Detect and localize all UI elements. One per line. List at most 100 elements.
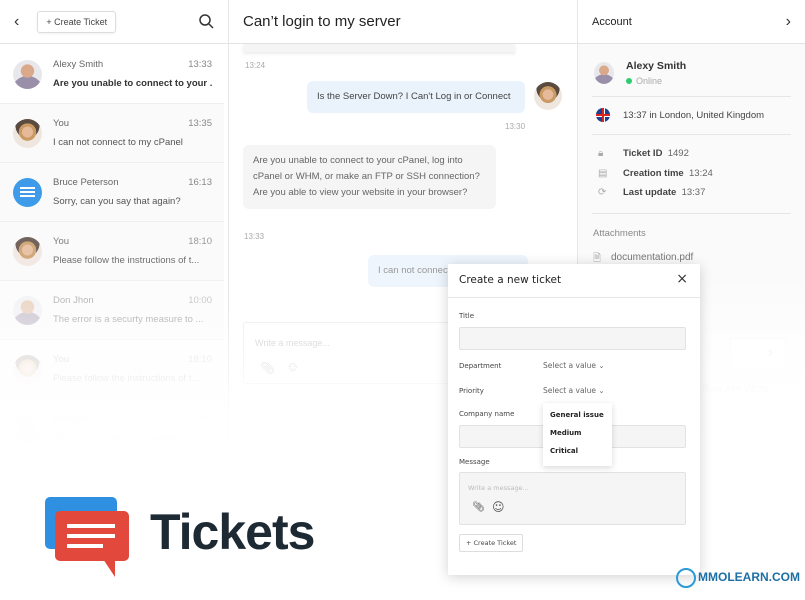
sender-name: Don Jhon — [53, 295, 94, 306]
option-medium[interactable]: Medium — [550, 429, 581, 437]
refresh-icon: ⟳ — [598, 187, 607, 198]
message-time: 10:00 — [188, 413, 212, 424]
message-bubble-incoming: Are you unable to connect to your cPanel… — [243, 145, 496, 209]
message-placeholder: Write a message... — [255, 338, 330, 348]
conversation-item[interactable]: Alexy Smith 13:33 Are you unable to connec… — [0, 45, 224, 104]
lines-icon — [13, 178, 42, 207]
message-preview: Are you unable to connect to your ... — [53, 78, 213, 89]
label: Ticket ID — [623, 148, 663, 159]
ticket-id-row: Ticket ID 1492 — [623, 148, 689, 159]
priority-select[interactable]: Select a value ⌄ — [543, 386, 605, 395]
department-label: Department — [459, 362, 502, 370]
article-title[interactable]: flow API V2?p — [702, 384, 768, 395]
chevron-down-icon: ⌄ — [598, 386, 605, 395]
avatar — [13, 119, 42, 148]
message-time: 13:35 — [188, 118, 212, 129]
priority-label: Priority — [459, 387, 484, 395]
title-input[interactable] — [459, 327, 686, 350]
back-icon[interactable]: ‹ — [14, 13, 19, 31]
message-time: 18:10 — [188, 354, 212, 365]
chevron-down-icon: ⌄ — [598, 361, 605, 370]
message-preview: The error is a securty measure to ... — [53, 432, 204, 443]
close-icon[interactable]: × — [676, 271, 688, 287]
status: Online — [626, 76, 662, 86]
conversation-item[interactable]: You 18:10 Please follow the instructions o… — [0, 340, 224, 399]
select-value: Select a value — [543, 361, 596, 370]
select-value: Select a value — [543, 386, 596, 395]
creation-time-row: Creation time 13:24 — [623, 168, 713, 179]
online-dot-icon — [626, 78, 632, 84]
avatar — [13, 60, 42, 89]
emoji-icon[interactable]: ☺ — [286, 359, 299, 374]
submit-label: Create Ticket — [473, 539, 517, 547]
next-button[interactable]: › — [730, 338, 786, 368]
watermark-logo-icon — [676, 568, 696, 588]
create-ticket-button[interactable]: + Create Ticket — [37, 10, 117, 33]
avatar — [594, 62, 614, 84]
chat-title: Can’t login to my server — [243, 13, 401, 30]
conversation-list-header: ‹ + Create Ticket — [0, 0, 228, 44]
brand-name: Tickets — [150, 504, 315, 560]
calendar-icon: ▤ — [598, 168, 608, 179]
logo-front-bubble-icon — [55, 511, 129, 577]
department-select[interactable]: Select a value ⌄ — [543, 361, 605, 370]
option-critical[interactable]: Critical — [550, 447, 578, 455]
message-time: 18:10 — [188, 236, 212, 247]
option-general-issue[interactable]: General issue — [550, 411, 604, 419]
message-preview: The error is a securty measure to ... — [53, 314, 204, 325]
company-label: Company name — [459, 410, 515, 418]
label: Last update — [623, 187, 677, 198]
sender-name: You — [53, 118, 70, 129]
attachments-label: Attachments — [593, 228, 646, 239]
previous-message-bubble — [243, 44, 515, 52]
lock-icon: 🔒︎ — [598, 148, 604, 159]
attach-icon[interactable]: 📎︎ — [472, 502, 485, 513]
message-time: 13:30 — [505, 122, 526, 131]
avatar — [13, 237, 42, 266]
value: 13:37 — [681, 187, 706, 198]
watermark-text: MMOLEARN.COM — [698, 570, 800, 585]
chevron-right-icon: › — [767, 344, 773, 361]
message-time: 13:33 — [188, 59, 212, 70]
search-icon[interactable] — [199, 14, 214, 29]
status-text: Online — [636, 76, 663, 86]
conversation-item[interactable]: Don Jhon 10:00 The error is a securty meas… — [0, 399, 224, 458]
value: 1492 — [667, 148, 689, 159]
sender-name: Alexy Smith — [53, 59, 104, 70]
attach-icon[interactable]: 📎︎ — [260, 361, 275, 375]
account-name: Alexy Smith — [626, 60, 687, 72]
create-ticket-submit[interactable]: + Create Ticket — [459, 534, 524, 552]
conversation-item[interactable]: Don Jhon 10:00 The error is a securty meas… — [0, 281, 224, 340]
local-time: 13:37 in London, United Kingdom — [623, 110, 765, 121]
message-textarea[interactable]: Write a message... 📎︎ ☺ — [459, 472, 686, 525]
message-placeholder: Write a message... — [468, 484, 529, 492]
conversation-item[interactable]: You 13:35 I can not connect to my cPanel — [0, 104, 224, 163]
last-update-row: Last update 13:37 — [623, 187, 705, 198]
value: 13:24 — [689, 168, 713, 179]
account-header: Account › — [578, 0, 805, 44]
chevron-right-icon[interactable]: › — [786, 13, 791, 31]
conversation-item[interactable]: You 18:10 Please follow the instructions o… — [0, 222, 224, 281]
attachment-link[interactable]: documentation.pdf — [611, 252, 693, 263]
message-time: 13:33 — [244, 232, 265, 241]
sender-name: You — [53, 236, 70, 247]
sender-name: Bruce Peterson — [53, 177, 119, 188]
conversation-item[interactable]: Bruce Peterson 16:13 Sorry, can you say th… — [0, 163, 224, 222]
sender-name: Don Jhon — [53, 413, 94, 424]
message-label: Message — [459, 458, 490, 466]
message-time: 10:00 — [188, 295, 212, 306]
chat-header: Can’t login to my server — [229, 0, 577, 44]
message-preview: I can not connect to my cPanel — [53, 137, 183, 148]
title-label: Title — [459, 312, 475, 320]
message-preview: Please follow the instructions of t... — [53, 373, 200, 384]
message-preview: Sorry, can you say that again? — [53, 196, 181, 207]
priority-dropdown: General issue Medium Critical — [543, 403, 612, 466]
avatar — [13, 296, 42, 325]
create-ticket-label: Create Ticket — [54, 16, 108, 27]
emoji-icon[interactable]: ☺ — [492, 500, 505, 514]
message-time: 16:13 — [188, 177, 212, 188]
avatar — [13, 414, 42, 443]
account-title: Account — [592, 15, 632, 28]
avatar — [534, 82, 562, 110]
modal-title: Create a new ticket — [459, 274, 562, 286]
